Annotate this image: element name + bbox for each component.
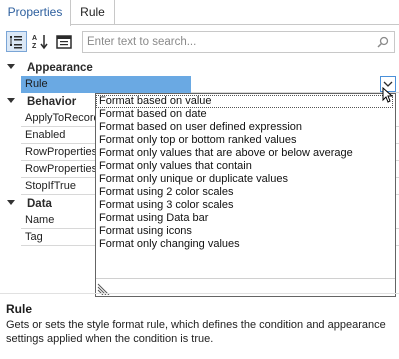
- description-title: Rule: [6, 302, 33, 316]
- tab-properties[interactable]: Properties: [0, 0, 71, 26]
- category-label: Data: [27, 198, 52, 210]
- dropdown-item[interactable]: Format based on value: [96, 95, 393, 108]
- collapse-chevron-icon[interactable]: [7, 200, 15, 205]
- mouse-cursor-icon: [382, 87, 394, 103]
- property-name: Tag: [21, 229, 96, 246]
- alphabetical-sort-icon: A Z: [32, 35, 48, 50]
- property-pages-icon: [56, 35, 72, 49]
- dropdown-item[interactable]: Format only values that are above or bel…: [97, 147, 394, 160]
- property-row-rule[interactable]: Rule: [21, 76, 399, 93]
- dropdown-item[interactable]: Format using Data bar: [97, 212, 394, 225]
- description-text: Gets or sets the style format rule, whic…: [6, 319, 386, 345]
- categorized-icon: [10, 36, 22, 49]
- property-name: ApplyToRecord: [21, 110, 96, 127]
- search-input[interactable]: [87, 34, 367, 50]
- property-name: RowProperties: [21, 144, 96, 161]
- rule-type-dropdown[interactable]: Format based on value Format based on da…: [95, 93, 396, 297]
- category-label: Behavior: [27, 96, 77, 108]
- property-name: Enabled: [21, 127, 96, 144]
- category-appearance[interactable]: Appearance: [0, 60, 399, 76]
- dropdown-item[interactable]: Format based on date: [97, 108, 394, 121]
- search-box[interactable]: [82, 31, 395, 53]
- collapse-chevron-icon[interactable]: [7, 98, 15, 103]
- dropdown-item[interactable]: Format using icons: [97, 225, 394, 238]
- alphabetical-view-button[interactable]: A Z: [30, 31, 51, 52]
- categorized-view-button[interactable]: [6, 31, 27, 52]
- property-name: Name: [21, 212, 96, 229]
- collapse-chevron-icon[interactable]: [7, 64, 15, 69]
- property-name: Rule: [21, 76, 191, 93]
- property-name: StopIfTrue: [21, 178, 96, 195]
- property-name: RowProperties: [21, 161, 96, 178]
- property-pages-button[interactable]: [54, 31, 75, 52]
- category-label: Appearance: [27, 62, 93, 74]
- dropdown-item[interactable]: Format only values that contain: [97, 160, 394, 173]
- search-icon[interactable]: [376, 35, 390, 49]
- dropdown-item[interactable]: Format based on user defined expression: [97, 121, 394, 134]
- svg-text:Z: Z: [32, 43, 37, 50]
- dropdown-item[interactable]: Format using 2 color scales: [97, 186, 394, 199]
- dropdown-item[interactable]: Format only changing values: [97, 238, 394, 251]
- svg-text:A: A: [32, 35, 37, 42]
- dropdown-item[interactable]: Format only unique or duplicate values: [97, 173, 394, 186]
- dropdown-footer-divider: [96, 278, 395, 279]
- dropdown-item[interactable]: Format using 3 color scales: [97, 199, 394, 212]
- tab-rule[interactable]: Rule: [71, 0, 115, 25]
- dropdown-item[interactable]: Format only top or bottom ranked values: [97, 134, 394, 147]
- description-divider: [0, 293, 399, 294]
